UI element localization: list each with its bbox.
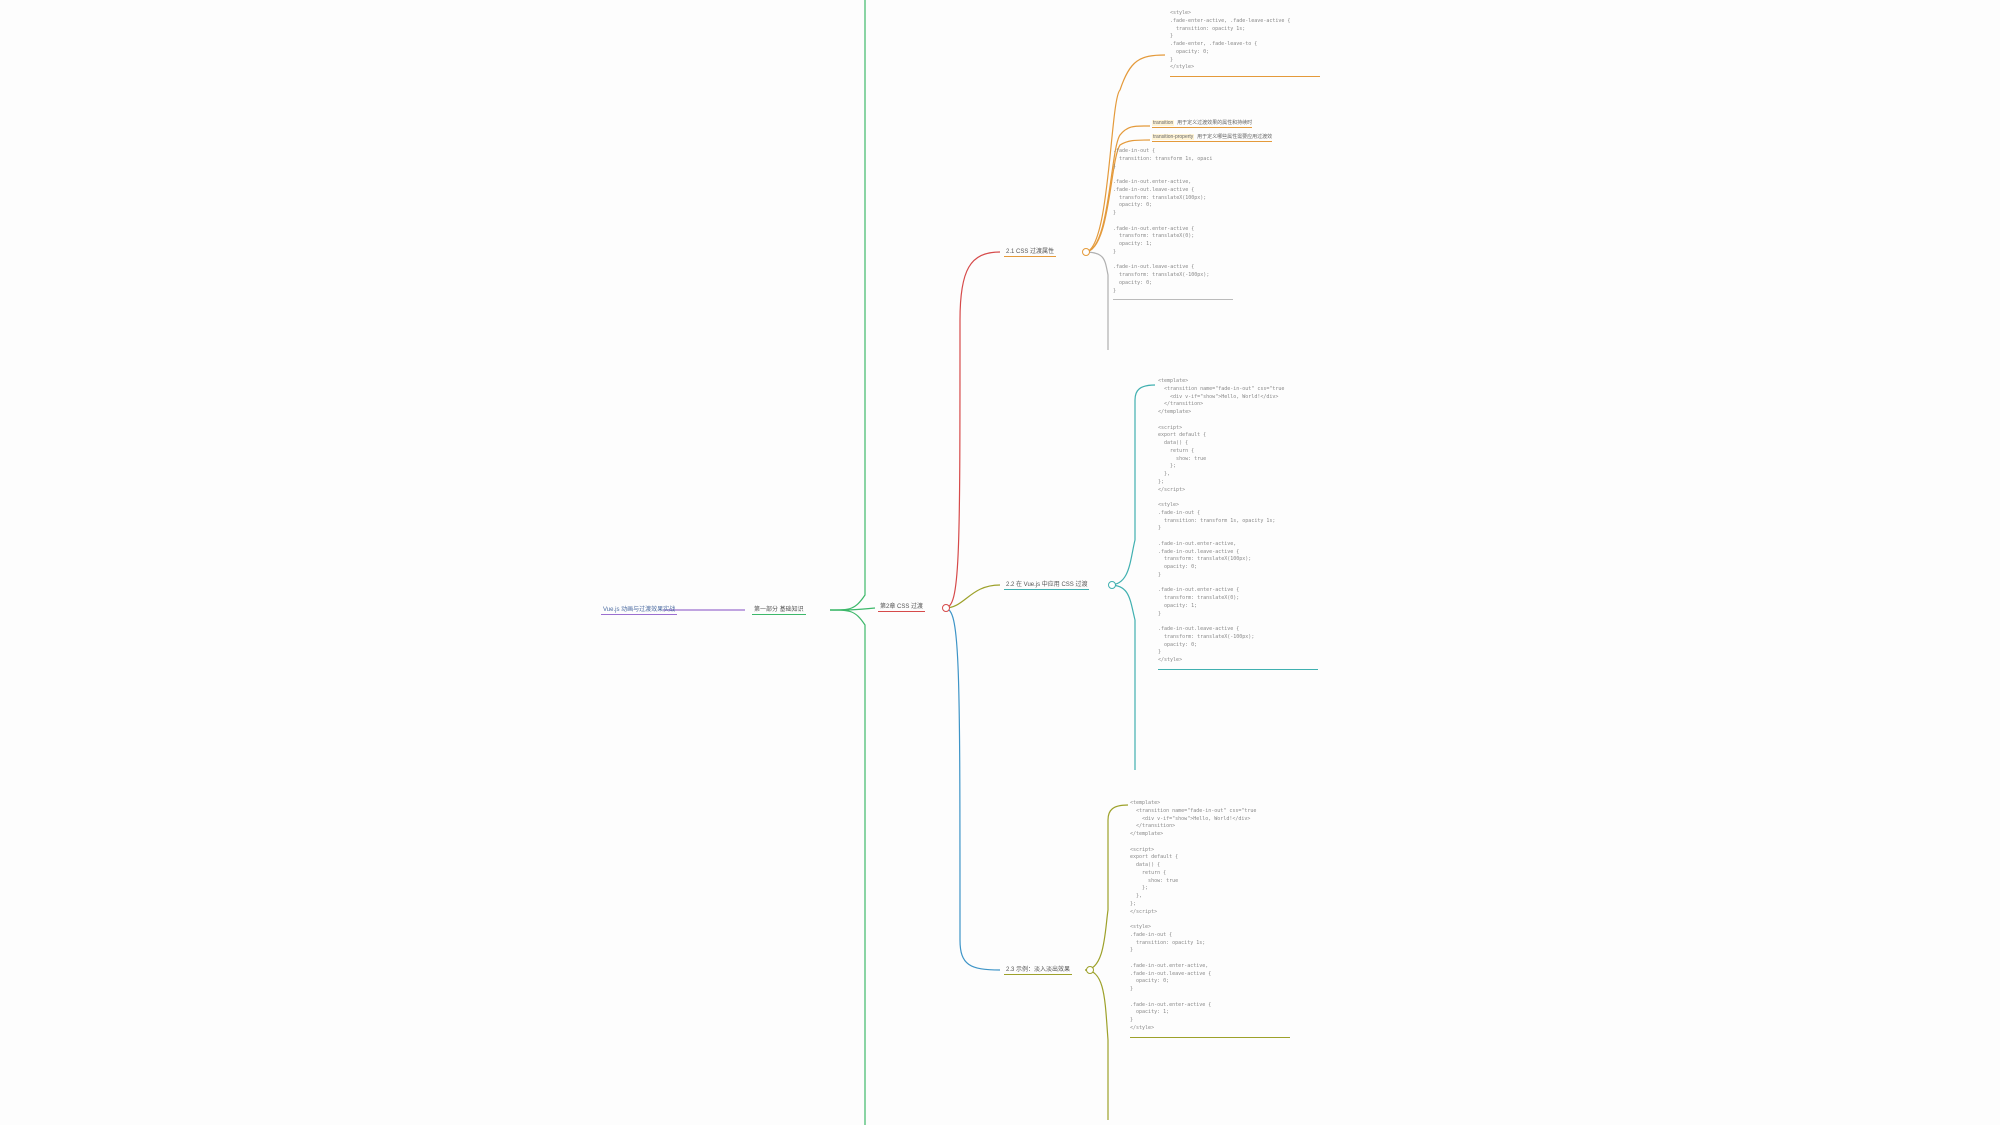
chapter-dot [942, 604, 950, 612]
section-2-3[interactable]: 2.3 示例：淡入淡出效果 [1004, 964, 1072, 975]
annotation-transition-desc: 用于定义过渡效果的属性和持续时 [1177, 120, 1252, 126]
code-block-top: <style> .fade-enter-active, .fade-leave-… [1170, 10, 1320, 77]
chapter-node[interactable]: 第2章 CSS 过渡 [878, 601, 925, 612]
root-node[interactable]: Vue.js 动画与过渡效果实战 [601, 604, 677, 615]
code-block-2-3: <template> <transition name="fade-in-out… [1130, 800, 1290, 1038]
annotation-transition-property: transition-property 用于定义哪些属性需要应用过渡效 [1152, 133, 1272, 142]
section-2-2-dot [1108, 581, 1116, 589]
mindmap-edges [0, 0, 2000, 1125]
section-2-2[interactable]: 2.2 在 Vue.js 中应用 CSS 过渡 [1004, 579, 1089, 590]
code-block-2-1: .fade-in-out { transition: transform 1s,… [1113, 148, 1233, 300]
annotation-transition: transition 用于定义过渡效果的属性和持续时 [1152, 119, 1252, 128]
code-block-2-2: <template> <transition name="fade-in-out… [1158, 378, 1318, 670]
annotation-property-keyword: transition-property [1152, 134, 1194, 140]
section-2-1[interactable]: 2.1 CSS 过渡属性 [1004, 246, 1056, 257]
section-2-1-dot [1082, 248, 1090, 256]
part-node[interactable]: 第一部分 基础知识 [752, 604, 806, 615]
section-2-3-dot [1086, 966, 1094, 974]
annotation-transition-keyword: transition [1152, 120, 1174, 126]
annotation-property-desc: 用于定义哪些属性需要应用过渡效 [1197, 134, 1272, 140]
